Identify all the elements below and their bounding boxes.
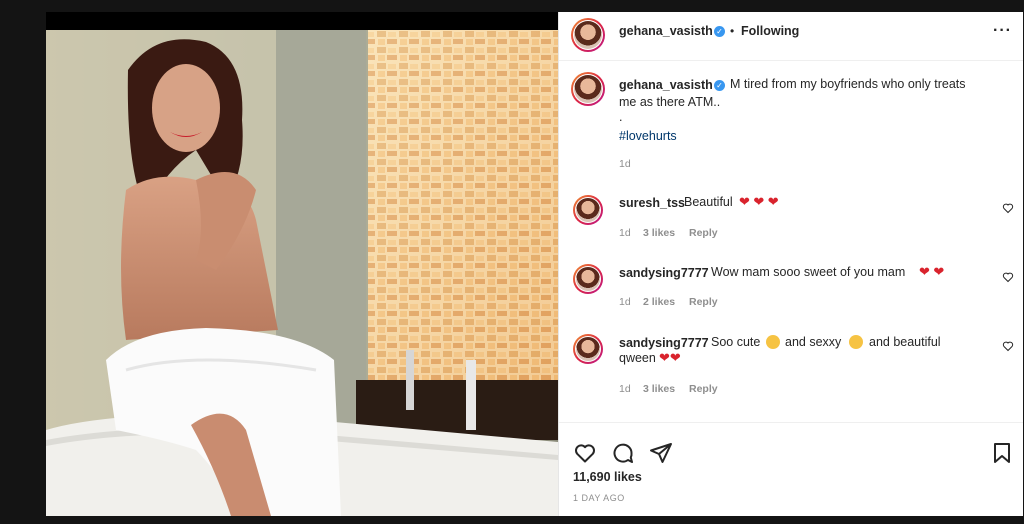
- post-details-panel: gehana_vasisth ✓ • Following ··· gehana_…: [558, 12, 1023, 516]
- post-header: gehana_vasisth ✓ • Following ···: [559, 12, 1023, 61]
- caption-text-line2: me as there ATM..: [619, 95, 721, 109]
- post-photo[interactable]: [46, 30, 558, 516]
- comment-likes[interactable]: 3 likes: [643, 383, 675, 395]
- comment-text: Beautiful: [684, 195, 733, 209]
- comment-likes[interactable]: 3 likes: [643, 227, 675, 239]
- heart-eyes-emoji-icon: [766, 335, 780, 349]
- hashtag-link[interactable]: #lovehurts: [619, 129, 677, 143]
- comment-reply-button[interactable]: Reply: [689, 296, 718, 308]
- comment-like-heart-icon[interactable]: [1002, 340, 1014, 352]
- send-icon[interactable]: [649, 441, 673, 465]
- comment-text-c: and beautiful: [869, 335, 941, 349]
- comment-avatar[interactable]: [573, 334, 603, 364]
- caption-dot: .: [619, 110, 623, 124]
- comment-avatar[interactable]: [573, 195, 603, 225]
- more-options-icon[interactable]: ···: [993, 22, 1012, 40]
- comment-time[interactable]: 1d: [619, 227, 631, 239]
- comment-emoji-hearts: ❤❤: [659, 350, 681, 365]
- following-button[interactable]: Following: [741, 24, 799, 38]
- caption-time[interactable]: 1d: [619, 158, 631, 170]
- heart-icon[interactable]: [573, 441, 597, 465]
- post-image: [46, 30, 558, 516]
- comment-text: Wow mam sooo sweet of you mam: [711, 265, 906, 279]
- comment-icon[interactable]: [611, 441, 635, 465]
- comment-text-b: and sexxy: [785, 335, 842, 349]
- caption-avatar[interactable]: [571, 72, 605, 106]
- author-avatar[interactable]: [571, 18, 605, 52]
- heart-eyes-emoji-icon: [849, 335, 863, 349]
- verified-badge-icon: ✓: [714, 26, 725, 37]
- separator-dot: •: [730, 24, 735, 38]
- bookmark-icon[interactable]: [991, 441, 1013, 465]
- comment-like-heart-icon[interactable]: [1002, 271, 1014, 283]
- comment-emoji-hearts: ❤ ❤ ❤: [739, 194, 779, 209]
- comment-like-heart-icon[interactable]: [1002, 202, 1014, 214]
- comment-username[interactable]: sandysing7777: [619, 336, 709, 350]
- comment-reply-button[interactable]: Reply: [689, 227, 718, 239]
- comment-username[interactable]: suresh_tss: [619, 196, 685, 210]
- comment-text-a: Soo cute: [711, 335, 761, 349]
- author-username[interactable]: gehana_vasisth: [619, 24, 713, 38]
- verified-badge-icon: ✓: [714, 80, 725, 91]
- likes-count[interactable]: 11,690 likes: [573, 470, 642, 484]
- comment-text-d: qween: [619, 351, 656, 365]
- comment-username[interactable]: sandysing7777: [619, 266, 709, 280]
- comment-reply-button[interactable]: Reply: [689, 383, 718, 395]
- post-timestamp[interactable]: 1 DAY AGO: [573, 493, 625, 503]
- comment-time[interactable]: 1d: [619, 383, 631, 395]
- caption-text-line1: M tired from my boyfriends who only trea…: [730, 77, 966, 91]
- comment-avatar[interactable]: [573, 264, 603, 294]
- caption-username[interactable]: gehana_vasisth: [619, 78, 713, 92]
- comment-emoji-hearts: ❤ ❤: [919, 264, 945, 279]
- comment-time[interactable]: 1d: [619, 296, 631, 308]
- comment-likes[interactable]: 2 likes: [643, 296, 675, 308]
